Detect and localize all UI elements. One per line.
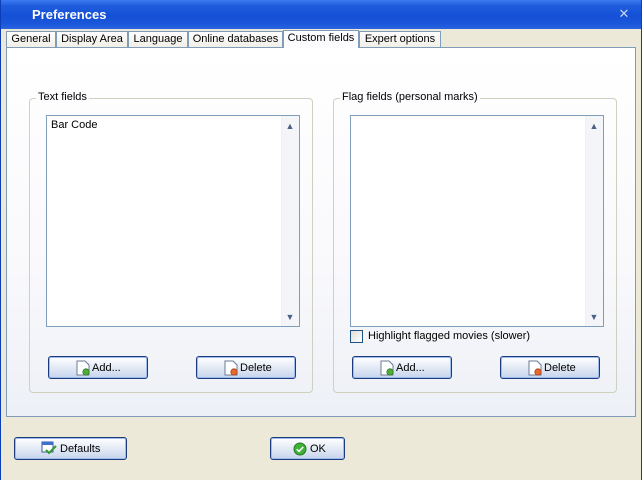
tab-custom-fields[interactable]: Custom fields <box>283 30 359 48</box>
flag-fields-group: Flag fields (personal marks) ▲ ▼ Add... <box>333 91 617 393</box>
highlight-flagged-checkbox[interactable] <box>350 330 363 343</box>
flag-fields-add-button[interactable]: Add... <box>352 356 452 379</box>
tab-expert-options[interactable]: Expert options <box>359 31 441 47</box>
delete-label: Delete <box>544 362 576 374</box>
text-fields-add-button[interactable]: Add... <box>48 356 148 379</box>
tab-language[interactable]: Language <box>128 31 188 47</box>
tab-display-area[interactable]: Display Area <box>56 31 128 47</box>
document-add-icon <box>76 360 90 376</box>
defaults-button[interactable]: Defaults <box>14 437 127 460</box>
text-fields-legend: Text fields <box>36 91 89 103</box>
text-fields-listbox[interactable]: Bar Code ▲ ▼ <box>46 115 300 327</box>
close-icon[interactable]: ✕ <box>617 7 631 21</box>
add-label: Add... <box>396 362 425 374</box>
document-delete-icon <box>224 360 238 376</box>
highlight-flagged-label[interactable]: Highlight flagged movies (slower) <box>368 330 530 342</box>
tab-general[interactable]: General <box>6 31 56 47</box>
defaults-label: Defaults <box>60 443 101 455</box>
text-fields-scrollbar[interactable]: ▲ ▼ <box>281 116 299 326</box>
window-title: Preferences <box>32 7 107 22</box>
defaults-check-icon <box>41 441 57 455</box>
document-add-icon <box>380 360 394 376</box>
ok-label: OK <box>310 443 326 455</box>
scroll-up-icon[interactable]: ▲ <box>589 122 599 131</box>
preferences-window: Preferences ✕ General Display Area Langu… <box>0 0 642 480</box>
scroll-down-icon[interactable]: ▼ <box>285 313 295 322</box>
ok-button[interactable]: OK <box>270 437 345 460</box>
text-fields-delete-button[interactable]: Delete <box>196 356 296 379</box>
text-fields-group: Text fields Bar Code ▲ ▼ Add... Delete <box>29 91 313 393</box>
document-delete-icon <box>528 360 542 376</box>
delete-label: Delete <box>240 362 272 374</box>
footer-bar: Defaults OK <box>1 418 641 480</box>
scroll-down-icon[interactable]: ▼ <box>589 313 599 322</box>
flag-fields-delete-button[interactable]: Delete <box>500 356 600 379</box>
add-label: Add... <box>92 362 121 374</box>
flag-fields-listbox[interactable]: ▲ ▼ <box>350 115 604 327</box>
tab-panel-custom-fields: Text fields Bar Code ▲ ▼ Add... Delete F… <box>6 47 636 417</box>
title-bar[interactable]: Preferences ✕ <box>1 0 641 29</box>
tab-online-databases[interactable]: Online databases <box>188 31 283 47</box>
scroll-up-icon[interactable]: ▲ <box>285 122 295 131</box>
list-item[interactable]: Bar Code <box>51 119 97 131</box>
flag-fields-legend: Flag fields (personal marks) <box>340 91 480 103</box>
ok-check-icon <box>293 442 307 456</box>
flag-fields-scrollbar[interactable]: ▲ ▼ <box>585 116 603 326</box>
